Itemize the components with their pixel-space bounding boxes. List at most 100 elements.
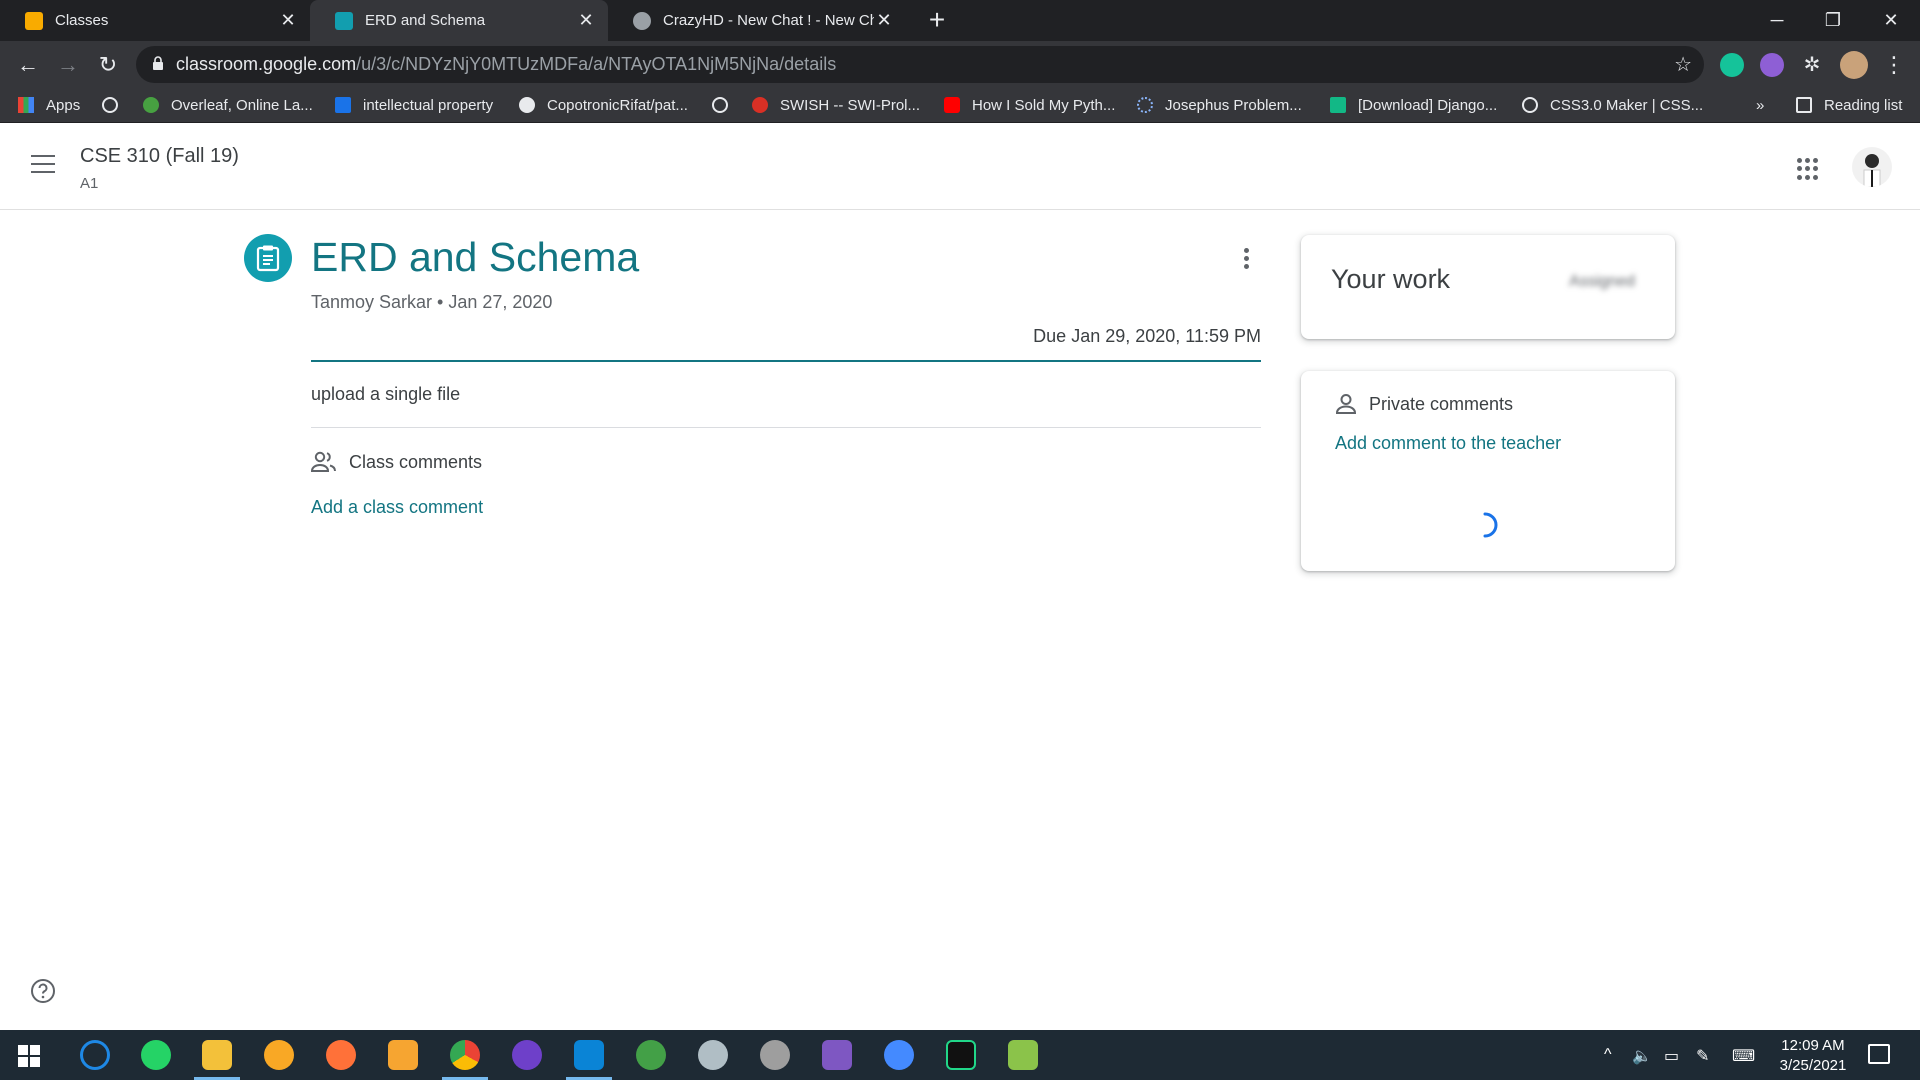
close-window-icon[interactable]: ✕ (1868, 4, 1914, 36)
tab-classes[interactable]: Classes ✕ (0, 0, 310, 41)
app-icon[interactable] (1008, 1040, 1038, 1070)
lock-icon[interactable] (152, 56, 176, 73)
bookmark-label: Overleaf, Online La... (171, 96, 313, 114)
extension-icon[interactable] (1760, 53, 1784, 77)
more-options-icon[interactable] (1236, 248, 1256, 272)
grammarly-extension-icon[interactable] (1720, 53, 1744, 77)
bookmark-label: Josephus Problem... (1165, 96, 1302, 114)
assignment-icon (244, 234, 292, 282)
person-icon (1335, 394, 1357, 414)
chrome-icon[interactable] (450, 1040, 480, 1070)
bookmark-star-icon[interactable]: ☆ (1674, 52, 1692, 77)
people-icon (311, 451, 336, 472)
whatsapp-icon[interactable] (141, 1040, 171, 1070)
tab-title: ERD and Schema (365, 12, 486, 29)
tab-crazyhd[interactable]: CrazyHD - New Chat ! - New Cha ✕ (608, 0, 906, 41)
add-private-comment-link[interactable]: Add comment to the teacher (1335, 433, 1561, 454)
search-app-icon[interactable] (80, 1040, 110, 1070)
clock-time: 12:09 AM (1781, 1037, 1845, 1054)
app-icon[interactable] (264, 1040, 294, 1070)
bookmarks-overflow-button[interactable]: » (1756, 94, 1764, 116)
firefox-icon[interactable] (326, 1040, 356, 1070)
classroom-favicon-icon (25, 11, 43, 30)
bookmark-swish[interactable]: SWISH -- SWI-Prol... (752, 94, 920, 116)
new-tab-button[interactable]: + (922, 4, 952, 36)
globe-icon (1522, 97, 1538, 113)
show-hidden-icons-icon[interactable]: ^ (1604, 1046, 1612, 1064)
class-name[interactable]: CSE 310 (Fall 19) (80, 145, 239, 168)
minimize-window-icon[interactable]: ─ (1754, 4, 1800, 36)
reading-list-button[interactable]: Reading list (1796, 94, 1902, 116)
bookmark-css-maker[interactable]: CSS3.0 Maker | CSS... (1522, 94, 1703, 116)
add-class-comment-link[interactable]: Add a class comment (311, 497, 483, 518)
system-clock[interactable]: 12:09 AM 3/25/2021 (1768, 1036, 1858, 1076)
vscode-icon[interactable] (574, 1040, 604, 1070)
bookmark-intellectual-property[interactable]: intellectual property (335, 94, 493, 116)
bookmark-label: intellectual property (363, 96, 494, 114)
chrome-menu-icon[interactable]: ⋮ (1878, 49, 1910, 81)
reload-icon[interactable]: ↻ (92, 49, 124, 81)
keyboard-icon[interactable]: ⌨ (1732, 1046, 1755, 1066)
bookmark-label: [Download] Django... (1358, 96, 1498, 114)
tab-title: CrazyHD - New Chat ! - New Cha (663, 12, 874, 29)
title-divider (311, 360, 1261, 362)
bookmark-label: CSS3.0 Maker | CSS... (1550, 96, 1704, 114)
account-avatar[interactable] (1852, 147, 1892, 187)
bookmark-overleaf[interactable]: Overleaf, Online La... (143, 94, 313, 116)
url-path: /u/3/c/NDYzNjY0MTUzMDFa/a/NTAyOTA1NjM5Nj… (356, 54, 837, 74)
notification-icon[interactable] (1868, 1044, 1890, 1064)
private-comments-header: Private comments (1335, 393, 1513, 415)
apps-grid-icon (18, 97, 34, 113)
github-desktop-icon[interactable] (512, 1040, 542, 1070)
bookmark-youtube[interactable]: How I Sold My Pyth... (944, 94, 1115, 116)
clock-date: 3/25/2021 (1779, 1057, 1847, 1074)
bookmarks-bar: Apps Overleaf, Online La... intellectual… (0, 88, 1920, 123)
windows-taskbar: ^ 🔈 ▭ ✎ ⌨ 12:09 AM 3/25/2021 (0, 1030, 1920, 1080)
assignment-meta: Tanmoy Sarkar • Jan 27, 2020 (311, 292, 553, 312)
class-comments-header: Class comments (311, 451, 482, 473)
messenger-icon[interactable] (884, 1040, 914, 1070)
close-tab-icon[interactable]: ✕ (576, 10, 596, 31)
close-tab-icon[interactable]: ✕ (278, 10, 298, 31)
your-work-card: Your work Assigned (1301, 235, 1675, 339)
restore-window-icon[interactable]: ❐ (1810, 4, 1856, 36)
back-icon[interactable]: ← (12, 49, 44, 81)
app-icon[interactable] (760, 1040, 790, 1070)
close-tab-icon[interactable]: ✕ (874, 10, 894, 31)
windows-start-icon[interactable] (18, 1045, 40, 1067)
bookmark-django[interactable]: [Download] Django... (1330, 94, 1497, 116)
pen-icon[interactable]: ✎ (1696, 1046, 1709, 1066)
bookmark-josephus[interactable]: Josephus Problem... (1137, 94, 1302, 116)
hamburger-menu-icon[interactable] (31, 155, 55, 175)
file-explorer-icon[interactable] (202, 1040, 232, 1070)
globe-favicon-icon (633, 11, 651, 30)
pycharm-icon[interactable] (946, 1040, 976, 1070)
network-icon[interactable]: ▭ (1664, 1046, 1679, 1066)
app-icon[interactable] (698, 1040, 728, 1070)
private-comments-card: Private comments Add comment to the teac… (1301, 371, 1675, 571)
classroom-header: CSE 310 (Fall 19) A1 (0, 123, 1920, 210)
globe-app-icon[interactable] (636, 1040, 666, 1070)
volume-icon[interactable]: 🔈 (1632, 1046, 1652, 1066)
bookmark-github[interactable]: CopotronicRifat/pat... (519, 94, 688, 116)
tab-erd-and-schema[interactable]: ERD and Schema ✕ (310, 0, 608, 41)
assignment-title: ERD and Schema (311, 234, 640, 280)
google-apps-icon[interactable] (1797, 158, 1819, 180)
media-app-icon[interactable] (388, 1040, 418, 1070)
forward-icon[interactable]: → (52, 49, 84, 81)
puzzle-extensions-icon[interactable]: ✲ (1800, 53, 1824, 77)
address-bar[interactable]: classroom.google.com/u/3/c/NDYzNjY0MTUzM… (136, 46, 1704, 83)
bookmark-globe[interactable] (712, 94, 740, 116)
work-status: Assigned (1569, 273, 1635, 290)
swish-icon (752, 97, 768, 113)
help-icon[interactable] (30, 978, 56, 1004)
bookmark-apps[interactable]: Apps (18, 94, 80, 116)
chevron-double-right-icon: » (1756, 96, 1765, 114)
visual-studio-icon[interactable] (822, 1040, 852, 1070)
bookmark-label: How I Sold My Pyth... (972, 96, 1116, 114)
bookmark-globe[interactable] (102, 94, 130, 116)
globe-icon (712, 97, 728, 113)
bookmark-label: CopotronicRifat/pat... (547, 96, 688, 114)
profile-avatar-icon[interactable] (1840, 51, 1868, 79)
browser-tab-strip: Classes ✕ ERD and Schema ✕ CrazyHD - New… (0, 0, 1920, 41)
